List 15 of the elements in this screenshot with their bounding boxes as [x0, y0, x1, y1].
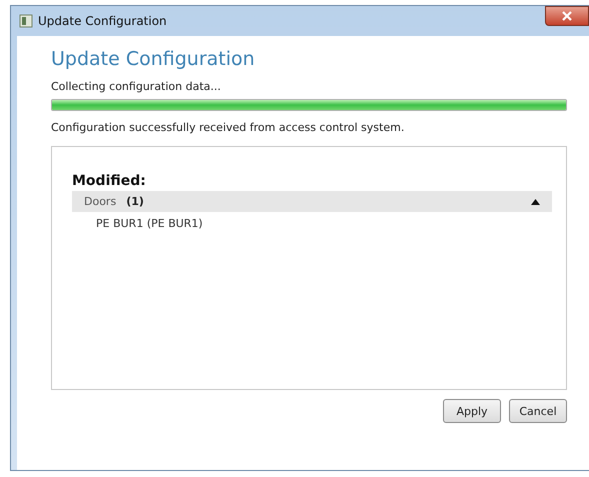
group-count: (1) — [126, 195, 144, 208]
dialog-heading: Update Configuration — [51, 48, 256, 70]
dialog-button[interactable]: Apply — [443, 399, 501, 423]
close-button[interactable] — [545, 6, 589, 26]
close-icon — [561, 11, 573, 21]
group-header[interactable]: Doors (1) — [72, 191, 552, 212]
list-item[interactable]: PE BUR1 (PE BUR1) — [72, 212, 552, 235]
caret-icon — [531, 198, 540, 204]
section-title: Modified: — [72, 173, 147, 189]
status-text: Collecting configuration data... — [51, 80, 222, 93]
dialog-button[interactable]: Cancel — [509, 399, 567, 423]
window-title: Update Configuration — [38, 14, 167, 28]
app-icon — [19, 14, 33, 28]
group-name: Doors — [84, 195, 116, 208]
message-text: Configuration successfully received from access control system. — [51, 121, 406, 134]
